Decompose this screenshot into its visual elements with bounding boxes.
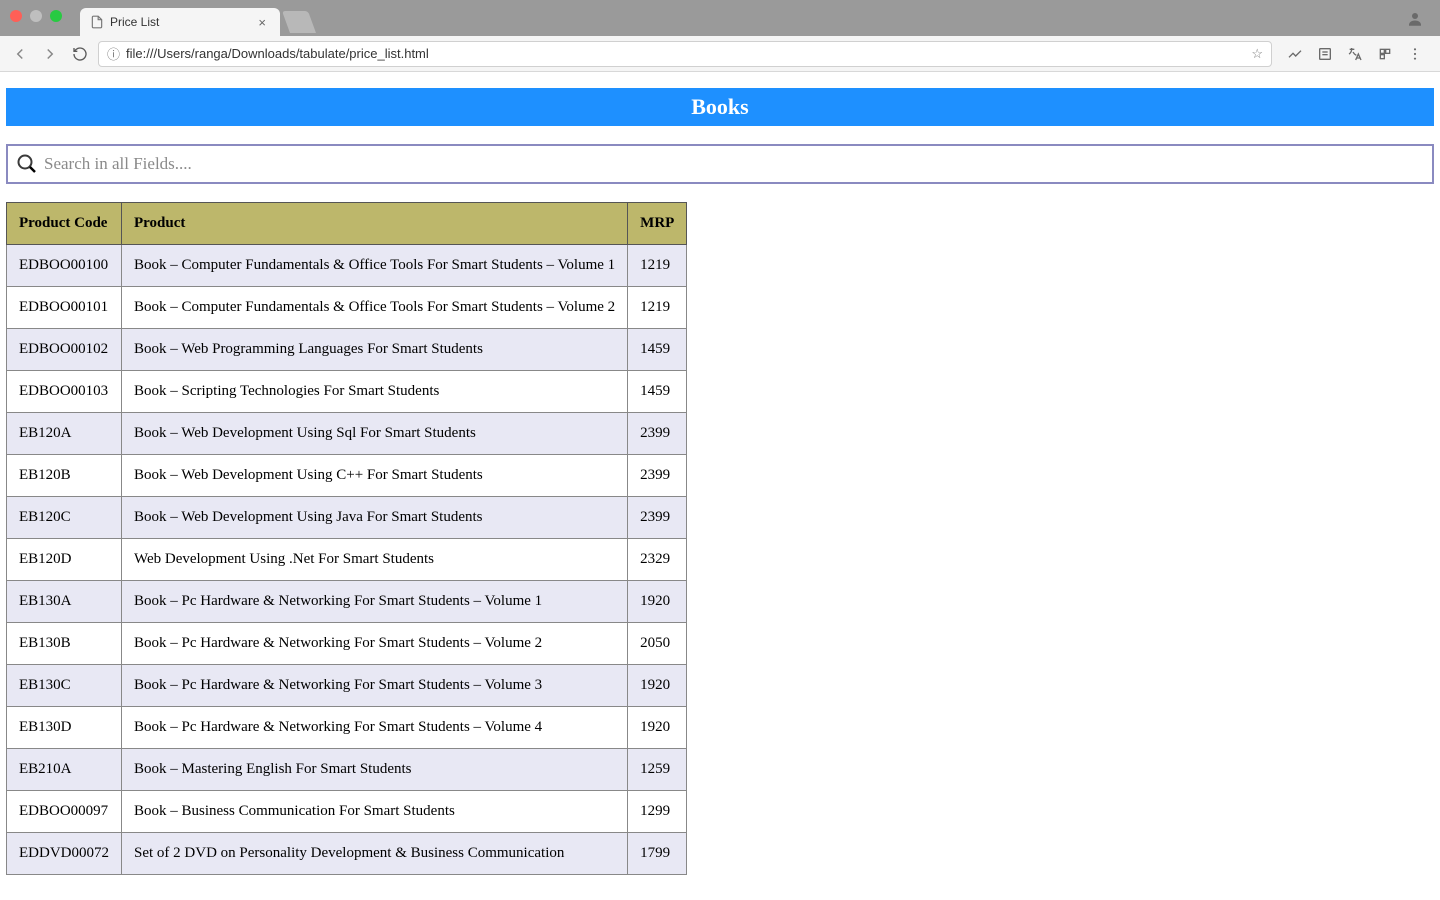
close-window-button[interactable] xyxy=(10,10,22,22)
table-row[interactable]: EDBOO00097Book – Business Communication … xyxy=(7,791,687,833)
cell-mrp: 2399 xyxy=(628,455,687,497)
cell-mrp: 1299 xyxy=(628,791,687,833)
minimize-window-button[interactable] xyxy=(30,10,42,22)
cell-product: Book – Pc Hardware & Networking For Smar… xyxy=(122,623,628,665)
cell-product-code: EB120A xyxy=(7,413,122,455)
search-container xyxy=(6,144,1434,184)
cell-product-code: EDBOO00097 xyxy=(7,791,122,833)
table-row[interactable]: EB130DBook – Pc Hardware & Networking Fo… xyxy=(7,707,687,749)
menu-icon[interactable] xyxy=(1406,45,1424,63)
bookmark-star-icon[interactable]: ☆ xyxy=(1251,46,1263,62)
table-row[interactable]: EB120BBook – Web Development Using C++ F… xyxy=(7,455,687,497)
cell-mrp: 1799 xyxy=(628,833,687,875)
table-row[interactable]: EB130ABook – Pc Hardware & Networking Fo… xyxy=(7,581,687,623)
tab-title: Price List xyxy=(110,15,248,29)
cell-mrp: 1920 xyxy=(628,581,687,623)
cell-product: Set of 2 DVD on Personality Development … xyxy=(122,833,628,875)
cell-product: Book – Computer Fundamentals & Office To… xyxy=(122,287,628,329)
table-row[interactable]: EB210ABook – Mastering English For Smart… xyxy=(7,749,687,791)
cell-product: Book – Pc Hardware & Networking For Smar… xyxy=(122,665,628,707)
page-title: Books xyxy=(6,88,1434,126)
cell-mrp: 1219 xyxy=(628,287,687,329)
cell-product: Web Development Using .Net For Smart Stu… xyxy=(122,539,628,581)
file-icon xyxy=(90,15,104,29)
cell-product: Book – Web Development Using C++ For Sma… xyxy=(122,455,628,497)
col-product[interactable]: Product xyxy=(122,203,628,245)
browser-tab[interactable]: Price List × xyxy=(80,8,280,36)
browser-toolbar: ⓘ file:///Users/ranga/Downloads/tabulate… xyxy=(0,36,1440,72)
cell-product-code: EB130A xyxy=(7,581,122,623)
cell-product-code: EDBOO00100 xyxy=(7,245,122,287)
cell-product: Book – Computer Fundamentals & Office To… xyxy=(122,245,628,287)
search-input[interactable] xyxy=(44,154,1426,174)
cell-mrp: 2329 xyxy=(628,539,687,581)
back-button[interactable] xyxy=(8,42,32,66)
table-row[interactable]: EB130BBook – Pc Hardware & Networking Fo… xyxy=(7,623,687,665)
table-row[interactable]: EDBOO00100Book – Computer Fundamentals &… xyxy=(7,245,687,287)
maximize-window-button[interactable] xyxy=(50,10,62,22)
cell-mrp: 2050 xyxy=(628,623,687,665)
url-text: file:///Users/ranga/Downloads/tabulate/p… xyxy=(126,46,1245,61)
table-row[interactable]: EDBOO00103Book – Scripting Technologies … xyxy=(7,371,687,413)
cell-product: Book – Web Development Using Sql For Sma… xyxy=(122,413,628,455)
profile-icon[interactable] xyxy=(1406,10,1424,28)
cell-product-code: EB120B xyxy=(7,455,122,497)
cell-product-code: EB120C xyxy=(7,497,122,539)
cell-mrp: 1459 xyxy=(628,371,687,413)
table-row[interactable]: EB120CBook – Web Development Using Java … xyxy=(7,497,687,539)
cell-product-code: EB130B xyxy=(7,623,122,665)
cell-mrp: 1259 xyxy=(628,749,687,791)
cell-product: Book – Mastering English For Smart Stude… xyxy=(122,749,628,791)
reader-icon[interactable] xyxy=(1316,45,1334,63)
cell-product-code: EB210A xyxy=(7,749,122,791)
cell-product: Book – Web Development Using Java For Sm… xyxy=(122,497,628,539)
cell-mrp: 2399 xyxy=(628,497,687,539)
extension2-icon[interactable] xyxy=(1376,45,1394,63)
cell-mrp: 1459 xyxy=(628,329,687,371)
cell-product: Book – Pc Hardware & Networking For Smar… xyxy=(122,581,628,623)
cell-product: Book – Pc Hardware & Networking For Smar… xyxy=(122,707,628,749)
cell-product-code: EDDVD00072 xyxy=(7,833,122,875)
table-header-row: Product Code Product MRP xyxy=(7,203,687,245)
new-tab-button[interactable] xyxy=(282,11,316,33)
col-product-code[interactable]: Product Code xyxy=(7,203,122,245)
close-tab-button[interactable]: × xyxy=(254,15,270,30)
cell-product-code: EDBOO00101 xyxy=(7,287,122,329)
cell-product: Book – Scripting Technologies For Smart … xyxy=(122,371,628,413)
cell-product-code: EB120D xyxy=(7,539,122,581)
table-row[interactable]: EB130CBook – Pc Hardware & Networking Fo… xyxy=(7,665,687,707)
browser-tab-strip: Price List × xyxy=(0,0,1440,36)
col-mrp[interactable]: MRP xyxy=(628,203,687,245)
search-icon xyxy=(14,151,40,177)
table-row[interactable]: EDBOO00102Book – Web Programming Languag… xyxy=(7,329,687,371)
table-row[interactable]: EDDVD00072Set of 2 DVD on Personality De… xyxy=(7,833,687,875)
table-row[interactable]: EB120ABook – Web Development Using Sql F… xyxy=(7,413,687,455)
translate-icon[interactable] xyxy=(1346,45,1364,63)
cell-mrp: 1920 xyxy=(628,665,687,707)
address-bar[interactable]: ⓘ file:///Users/ranga/Downloads/tabulate… xyxy=(98,41,1272,67)
price-table: Product Code Product MRP EDBOO00100Book … xyxy=(6,202,687,875)
table-row[interactable]: EB120DWeb Development Using .Net For Sma… xyxy=(7,539,687,581)
reload-button[interactable] xyxy=(68,42,92,66)
cell-product: Book – Business Communication For Smart … xyxy=(122,791,628,833)
cell-product-code: EDBOO00102 xyxy=(7,329,122,371)
cell-product-code: EDBOO00103 xyxy=(7,371,122,413)
cell-product: Book – Web Programming Languages For Sma… xyxy=(122,329,628,371)
cell-product-code: EB130D xyxy=(7,707,122,749)
page-content: Books Product Code Product MRP EDBOO0010… xyxy=(0,72,1440,900)
window-controls xyxy=(10,10,62,22)
extension-icon[interactable] xyxy=(1286,45,1304,63)
cell-product-code: EB130C xyxy=(7,665,122,707)
cell-mrp: 1920 xyxy=(628,707,687,749)
table-row[interactable]: EDBOO00101Book – Computer Fundamentals &… xyxy=(7,287,687,329)
cell-mrp: 1219 xyxy=(628,245,687,287)
cell-mrp: 2399 xyxy=(628,413,687,455)
site-info-icon[interactable]: ⓘ xyxy=(107,44,120,63)
forward-button[interactable] xyxy=(38,42,62,66)
